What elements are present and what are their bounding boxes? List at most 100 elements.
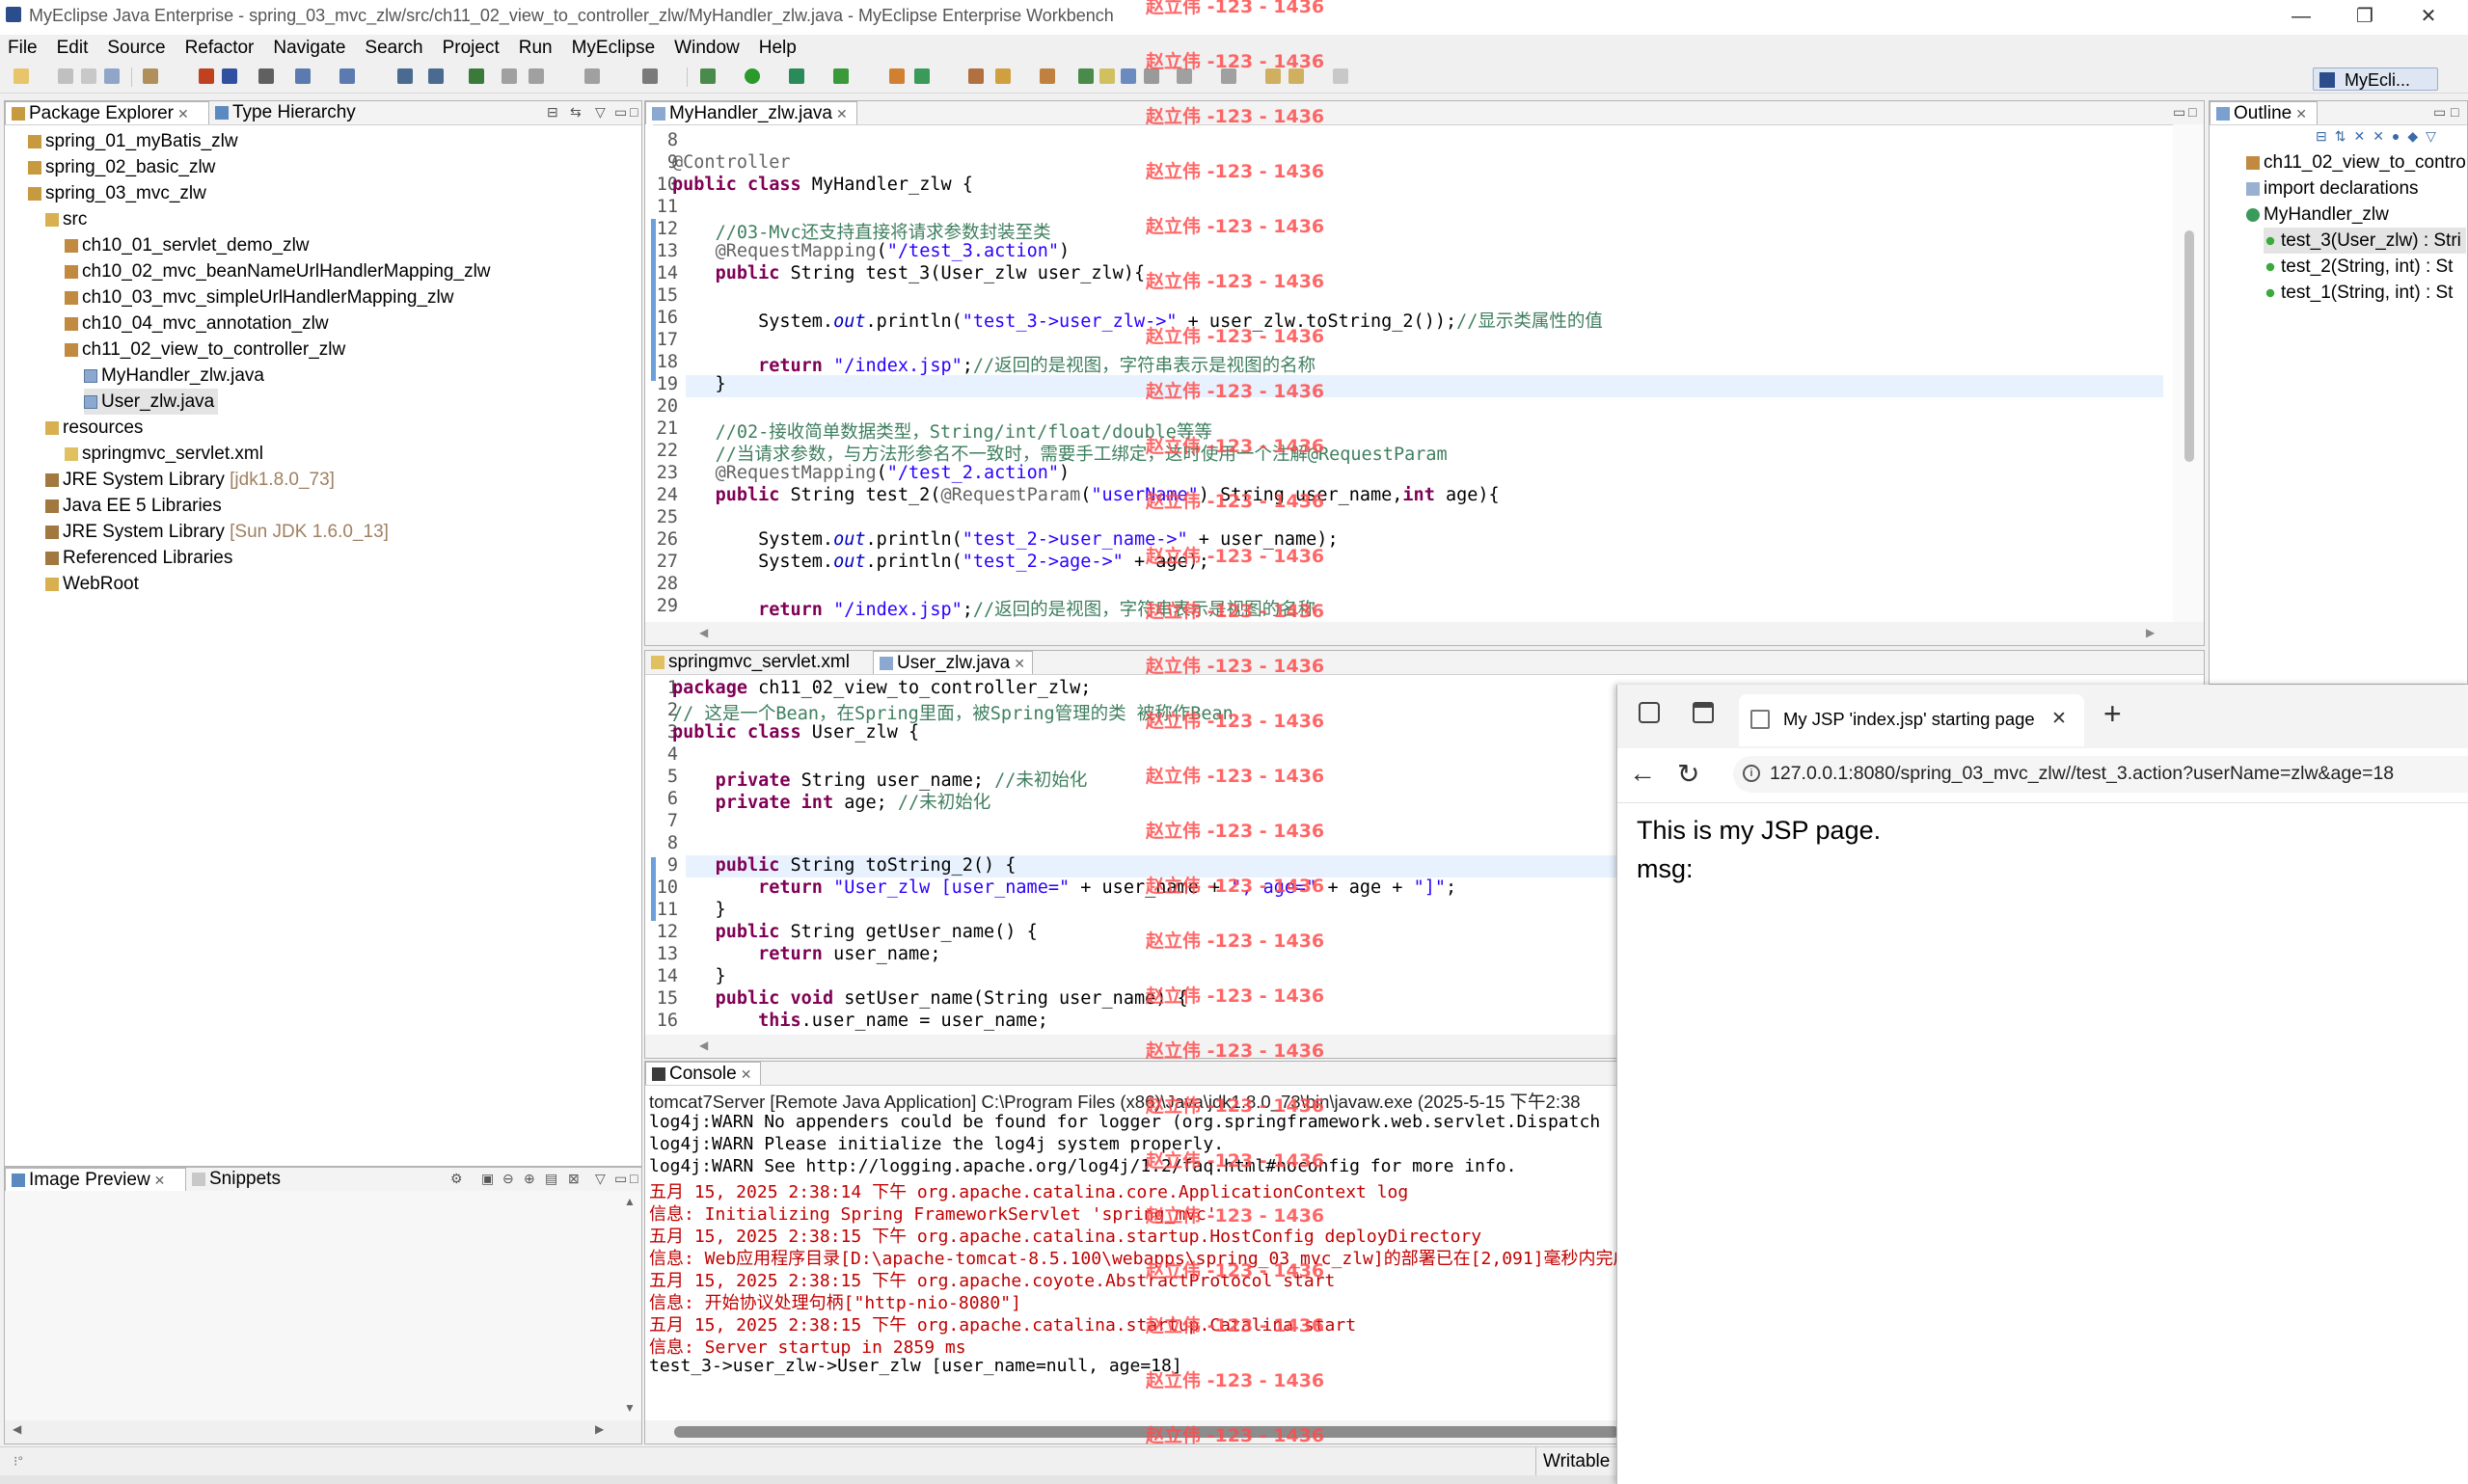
- tree-library[interactable]: JRE System Library [Sun JDK 1.6.0_13]: [45, 519, 389, 545]
- tree-java-file-selected[interactable]: User_zlw.java: [84, 389, 219, 415]
- minimize-view-icon[interactable]: ▭: [2433, 104, 2446, 121]
- preview-vertical-scrollbar[interactable]: ▲ ▼: [618, 1191, 641, 1420]
- outline-class[interactable]: MyHandler_zlw: [2246, 202, 2389, 228]
- menu-window[interactable]: Window: [664, 35, 749, 62]
- tab-package-explorer[interactable]: Package Explorer ✕: [5, 101, 209, 124]
- deploy-icon[interactable]: [222, 68, 237, 84]
- mark-occurrences-icon[interactable]: [1099, 68, 1115, 84]
- refresh-preview-icon[interactable]: ⚙: [450, 1171, 463, 1187]
- tree-package[interactable]: ch11_02_view_to_controller_zlw: [65, 337, 345, 363]
- tree-java-file[interactable]: MyHandler_zlw.java: [84, 363, 264, 389]
- search-tool-icon[interactable]: [584, 68, 600, 84]
- tree-library[interactable]: Java EE 5 Libraries: [45, 493, 222, 519]
- menu-run[interactable]: Run: [509, 35, 562, 62]
- run-server-icon[interactable]: [789, 68, 804, 84]
- url-field[interactable]: i 127.0.0.1:8080/spring_03_mvc_zlw//test…: [1733, 756, 2468, 793]
- maximize-view-icon[interactable]: □: [630, 1171, 637, 1186]
- menu-myeclipse[interactable]: MyEclipse: [562, 35, 665, 62]
- code-area[interactable]: 8 9 @Controller 10 public class MyHandler_zl…: [645, 101, 2204, 645]
- run-icon[interactable]: [745, 68, 760, 84]
- perspective-switcher[interactable]: MyEcli...: [2313, 67, 2438, 91]
- open-folder-icon[interactable]: [968, 68, 984, 84]
- zoom-out-icon[interactable]: ⊖: [502, 1171, 514, 1187]
- outline-toolbar-icons[interactable]: ⊟⇅✕✕●◆▽: [2316, 128, 2444, 145]
- forward-history-icon[interactable]: [1333, 68, 1348, 84]
- new-package-icon[interactable]: [914, 68, 930, 84]
- preview-horizontal-scrollbar[interactable]: ◀ ▶: [5, 1420, 641, 1444]
- link-editor-icon[interactable]: ⇆: [570, 104, 582, 121]
- zoom-in-icon[interactable]: ⊕: [524, 1171, 535, 1187]
- tree-library[interactable]: JRE System Library [jdk1.8.0_73]: [45, 467, 335, 493]
- editor-vertical-scrollbar[interactable]: [2173, 124, 2204, 622]
- tree-library[interactable]: Referenced Libraries: [45, 545, 232, 571]
- tree-webroot-folder[interactable]: WebRoot: [45, 571, 139, 597]
- tree-src-folder[interactable]: src: [45, 206, 87, 232]
- minimize-button[interactable]: —: [2272, 2, 2330, 31]
- scroll-right-icon[interactable]: ▶: [595, 1422, 604, 1436]
- back-icon[interactable]: [502, 68, 517, 84]
- menu-help[interactable]: Help: [749, 35, 806, 62]
- menu-refactor[interactable]: Refactor: [176, 35, 264, 62]
- profile-icon[interactable]: [833, 68, 849, 84]
- wand-icon[interactable]: [995, 68, 1011, 84]
- back-arrow-icon[interactable]: ←: [1629, 758, 1656, 789]
- server-icon[interactable]: [199, 68, 214, 84]
- terminal-icon[interactable]: [258, 68, 274, 84]
- debug-icon[interactable]: [700, 68, 716, 84]
- task-icon[interactable]: [1040, 68, 1055, 84]
- view-menu-icon[interactable]: ▽: [595, 1171, 606, 1187]
- globe-icon[interactable]: [469, 68, 484, 84]
- save-icon[interactable]: [58, 68, 73, 84]
- scroll-right-icon[interactable]: ▶: [2146, 626, 2155, 639]
- outline-package[interactable]: ch11_02_view_to_contro: [2246, 149, 2466, 175]
- collapse-all-icon[interactable]: ⊟: [547, 104, 558, 121]
- tab-snippets[interactable]: Snippets: [186, 1168, 292, 1191]
- block-selection-icon[interactable]: [1121, 68, 1136, 84]
- external-tools-icon[interactable]: [642, 68, 658, 84]
- fit-icon[interactable]: ▣: [481, 1171, 494, 1187]
- editor-horizontal-scrollbar[interactable]: ◀ ▶: [645, 622, 2204, 645]
- view-menu-icon[interactable]: ▽: [595, 104, 606, 121]
- tree-resources-folder[interactable]: resources: [45, 415, 143, 441]
- menu-project[interactable]: Project: [433, 35, 509, 62]
- tree-package[interactable]: ch10_01_servlet_demo_zlw: [65, 232, 310, 258]
- scrollbar-thumb[interactable]: [2184, 230, 2194, 462]
- maximize-button[interactable]: ❐: [2336, 2, 2394, 31]
- maximize-view-icon[interactable]: □: [2451, 104, 2458, 120]
- close-window-button[interactable]: ✕: [2400, 2, 2457, 31]
- workspaces-icon[interactable]: [1639, 702, 1660, 723]
- tree-package[interactable]: ch10_02_mvc_beanNameUrlHandlerMapping_zl…: [65, 258, 491, 284]
- minimize-view-icon[interactable]: ▭: [614, 104, 627, 121]
- tree-project-spring-02[interactable]: spring_02_basic_zlw: [28, 154, 215, 180]
- save-all-icon[interactable]: [81, 68, 96, 84]
- open-resource-icon[interactable]: [339, 68, 355, 84]
- close-tab-icon[interactable]: ✕: [2295, 106, 2307, 121]
- menu-edit[interactable]: Edit: [47, 35, 98, 62]
- tab-image-preview[interactable]: Image Preview ✕: [5, 1168, 186, 1191]
- outline-method[interactable]: test_2(String, int) : St: [2264, 254, 2466, 280]
- tree-project-spring-01[interactable]: spring_01_myBatis_zlw: [28, 128, 238, 154]
- original-size-icon[interactable]: ▤: [545, 1171, 557, 1187]
- close-tab-icon[interactable]: ✕: [2051, 708, 2067, 730]
- tab-type-hierarchy[interactable]: Type Hierarchy: [209, 101, 364, 124]
- new-java-class-icon[interactable]: [889, 68, 905, 84]
- open-type-icon[interactable]: [295, 68, 311, 84]
- new-icon[interactable]: [14, 68, 29, 84]
- tree-package[interactable]: ch10_03_mvc_simpleUrlHandlerMapping_zlw: [65, 284, 453, 310]
- menu-search[interactable]: Search: [355, 35, 432, 62]
- menu-file[interactable]: File: [0, 35, 47, 62]
- fullscreen-icon[interactable]: ⊠: [568, 1171, 580, 1187]
- scroll-up-icon[interactable]: ▲: [624, 1195, 636, 1208]
- close-tab-icon[interactable]: ✕: [177, 106, 189, 121]
- close-tab-icon[interactable]: ✕: [154, 1173, 166, 1188]
- scroll-left-icon[interactable]: ◀: [699, 1039, 708, 1052]
- tree-xml-file[interactable]: springmvc_servlet.xml: [65, 441, 263, 467]
- menu-source[interactable]: Source: [97, 35, 175, 62]
- refresh-icon[interactable]: [428, 68, 444, 84]
- print-icon[interactable]: [104, 68, 120, 84]
- maximize-view-icon[interactable]: □: [630, 104, 637, 120]
- outline-method[interactable]: test_1(String, int) : St: [2264, 280, 2466, 306]
- outline-imports[interactable]: import declarations: [2246, 175, 2419, 202]
- forward-icon[interactable]: [529, 68, 544, 84]
- tree-project-spring-03[interactable]: spring_03_mvc_zlw: [28, 180, 206, 206]
